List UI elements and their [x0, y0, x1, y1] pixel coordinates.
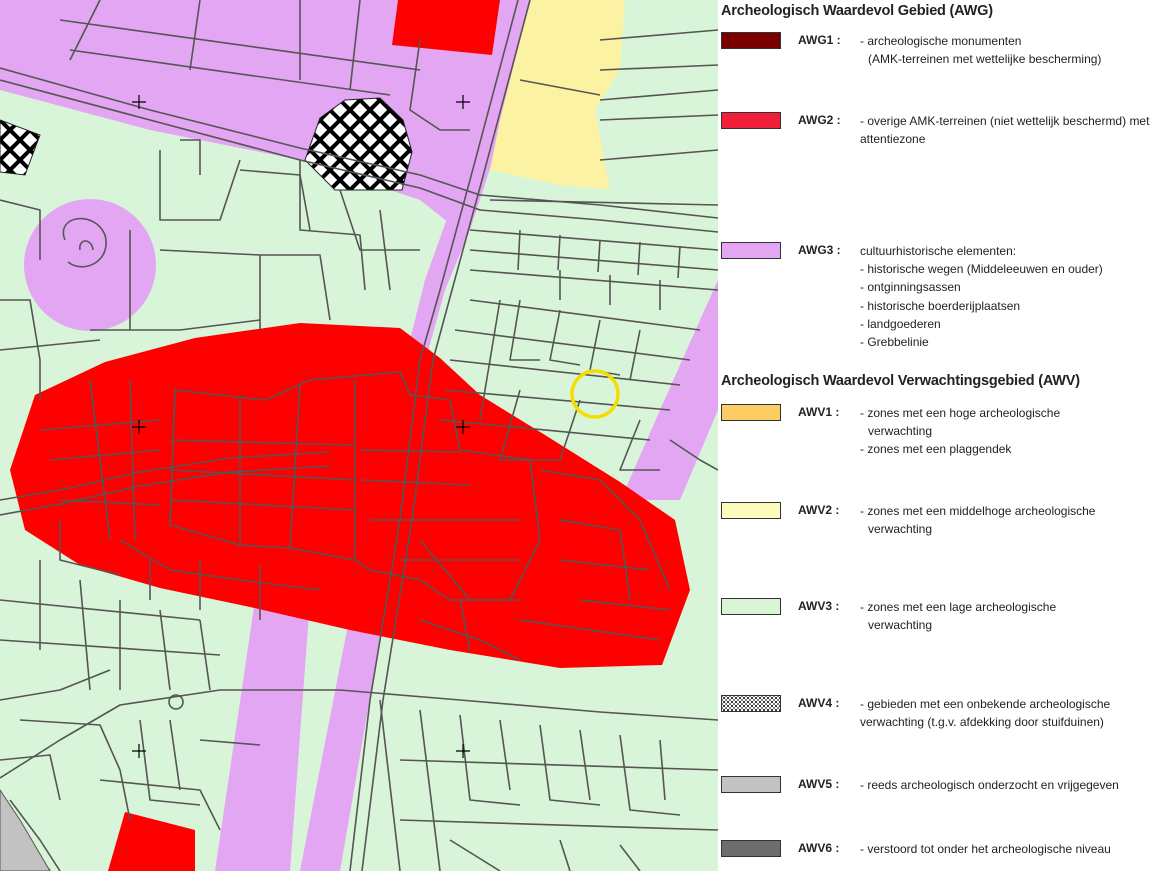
- legend-code-awv3: AWV3 :: [798, 599, 840, 613]
- legend-code-awg2: AWG2 :: [798, 113, 841, 127]
- legend-code-awv4: AWV4 :: [798, 696, 840, 710]
- legend-desc-awv2: - zones met een middelhoge archeologisch…: [860, 504, 1096, 537]
- legend-swatch-awv4: [721, 695, 781, 712]
- legend-code-awg3: AWG3 :: [798, 243, 841, 257]
- legend-desc-awg2: - overige AMK-terreinen (niet wettelijk …: [860, 114, 1150, 147]
- legend-swatch-awg1: [721, 32, 781, 49]
- legend-desc-awg1: - archeologische monumenten (AMK-terrein…: [860, 34, 1102, 67]
- legend-desc-awv5: - reeds archeologisch onderzocht en vrij…: [860, 778, 1119, 792]
- legend-awv-heading: Archeologisch Waardevol Verwachtingsgebi…: [721, 373, 1080, 389]
- legend-code-awg1: AWG1 :: [798, 33, 841, 47]
- legend-awg-heading: Archeologisch Waardevol Gebied (AWG): [721, 3, 993, 19]
- legend-swatch-awg2: [721, 112, 781, 129]
- legend-swatch-awv2: [721, 502, 781, 519]
- legend-code-awv5: AWV5 :: [798, 777, 840, 791]
- legend-desc-awv3: - zones met een lage archeologische verw…: [860, 600, 1057, 633]
- map-canvas[interactable]: [0, 0, 718, 871]
- legend-code-awv2: AWV2 :: [798, 503, 840, 517]
- legend-desc-awv6: - verstoord tot onder het archeologische…: [860, 842, 1111, 856]
- legend-code-awv6: AWV6 :: [798, 841, 840, 855]
- legend-panel: Archeologisch Waardevol Gebied (AWG) AWG…: [718, 0, 1166, 871]
- legend-code-awv1: AWV1 :: [798, 405, 840, 419]
- legend-swatch-awv3: [721, 598, 781, 615]
- legend-desc-awv4: - gebieden met een onbekende archeologis…: [860, 697, 1111, 730]
- legend-desc-awv1: - zones met een hoge archeologische verw…: [860, 406, 1061, 457]
- legend-swatch-awv1: [721, 404, 781, 421]
- legend-swatch-awv6: [721, 840, 781, 857]
- legend-desc-awg3: cultuurhistorische elementen: - historis…: [860, 244, 1103, 350]
- legend-swatch-awg3: [721, 242, 781, 259]
- map-panel[interactable]: [0, 0, 718, 871]
- legend-swatch-awv5: [721, 776, 781, 793]
